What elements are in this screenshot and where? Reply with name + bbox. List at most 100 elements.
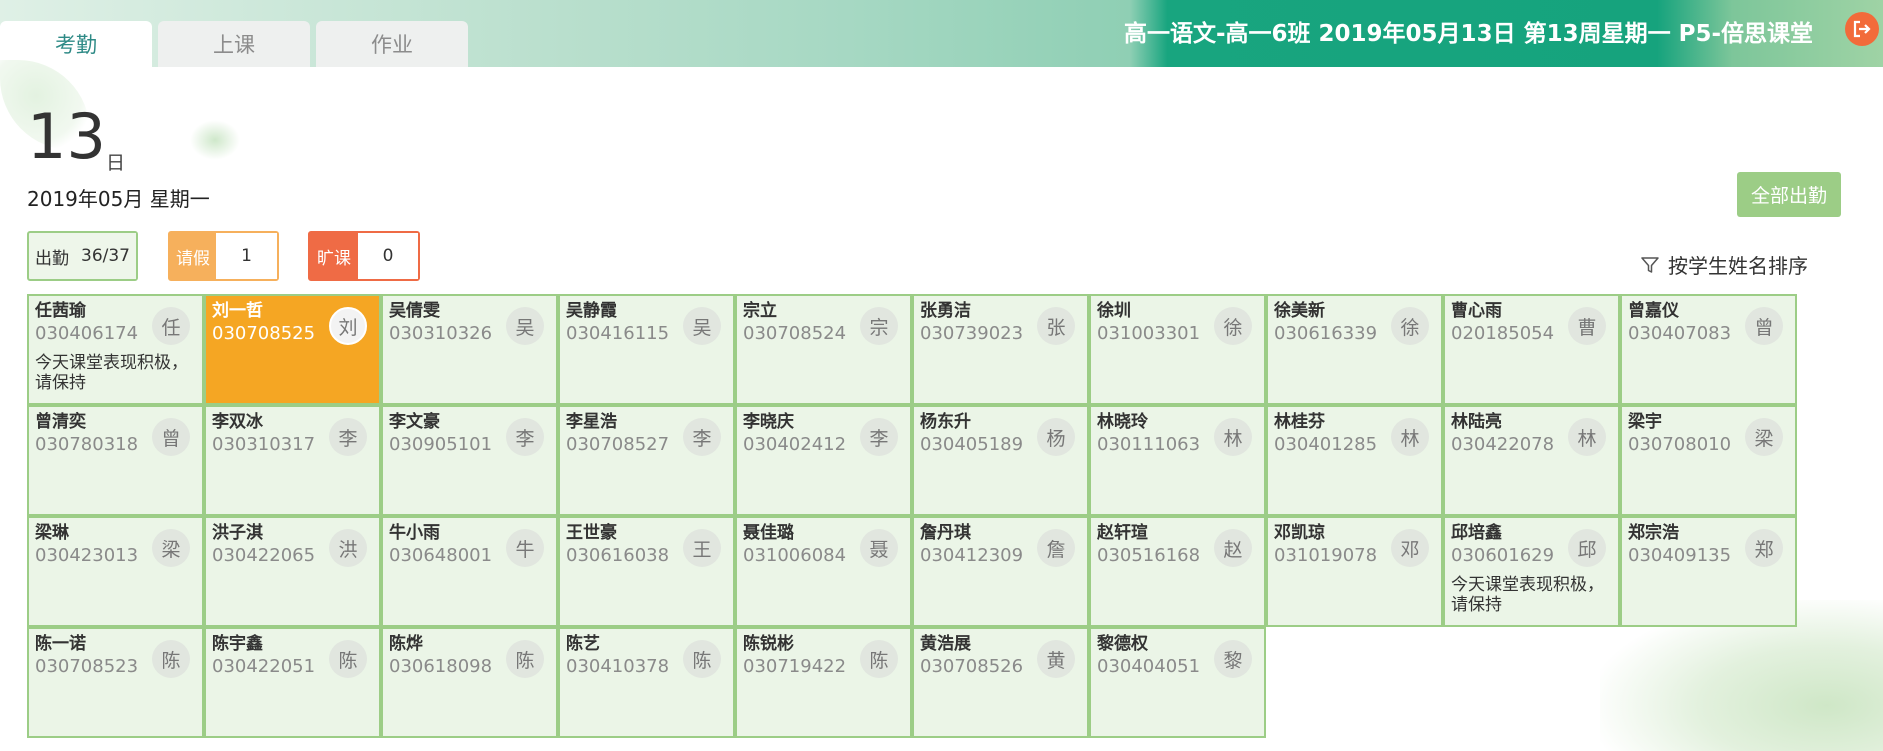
present-count: 36/37: [75, 233, 136, 279]
class-session-title: 高一语文-高一6班 2019年05月13日 第13周星期一 P5-倍思课堂: [1123, 21, 1813, 47]
avatar: 李: [506, 418, 544, 456]
tab-class[interactable]: 上课: [158, 21, 310, 67]
student-card[interactable]: 牛小雨 030648001 牛: [381, 516, 558, 627]
student-card[interactable]: 曾清奕 030780318 曾: [27, 405, 204, 516]
avatar: 郑: [1745, 529, 1783, 567]
student-card[interactable]: 吴静霞 030416115 吴: [558, 294, 735, 405]
student-card[interactable]: 邓凯琼 031019078 邓: [1266, 516, 1443, 627]
student-card[interactable]: 黎德权 030404051 黎: [1089, 627, 1266, 738]
student-card[interactable]: 邱培鑫 030601629 今天课堂表现积极，请保持邱: [1443, 516, 1620, 627]
student-card[interactable]: 陈锐彬 030719422 陈: [735, 627, 912, 738]
avatar: 林: [1391, 418, 1429, 456]
avatar: 牛: [506, 529, 544, 567]
avatar: 詹: [1037, 529, 1075, 567]
avatar: 刘: [329, 307, 367, 345]
avatar: 黎: [1214, 640, 1252, 678]
leave-counter[interactable]: 请假 1: [168, 231, 279, 281]
absent-counter[interactable]: 旷课 0: [308, 231, 420, 281]
avatar: 王: [683, 529, 721, 567]
student-card[interactable]: 吴倩雯 030310326 吴: [381, 294, 558, 405]
avatar: 陈: [152, 640, 190, 678]
avatar: 陈: [506, 640, 544, 678]
avatar: 林: [1568, 418, 1606, 456]
student-card[interactable]: 聂佳璐 031006084 聂: [735, 516, 912, 627]
student-card[interactable]: 梁宇 030708010 梁: [1620, 405, 1797, 516]
date-day-unit: 日: [106, 152, 126, 174]
mark-all-present-button[interactable]: 全部出勤: [1737, 172, 1841, 217]
avatar: 陈: [860, 640, 898, 678]
avatar: 邱: [1568, 529, 1606, 567]
student-card[interactable]: 赵轩瑄 030516168 赵: [1089, 516, 1266, 627]
tab-bar: 考勤 上课 作业: [0, 21, 474, 67]
student-card[interactable]: 梁琳 030423013 梁: [27, 516, 204, 627]
student-card[interactable]: 陈宇鑫 030422051 陈: [204, 627, 381, 738]
student-card[interactable]: 林陆亮 030422078 林: [1443, 405, 1620, 516]
avatar: 黄: [1037, 640, 1075, 678]
avatar: 张: [1037, 307, 1075, 345]
avatar: 梁: [1745, 418, 1783, 456]
present-counter[interactable]: 出勤 36/37: [27, 231, 138, 281]
avatar: 邓: [1391, 529, 1429, 567]
exit-button[interactable]: [1845, 12, 1879, 46]
top-header: 考勤 上课 作业 高一语文-高一6班 2019年05月13日 第13周星期一 P…: [0, 0, 1883, 67]
leave-count: 1: [216, 233, 277, 279]
student-card[interactable]: 曹心雨 020185054 曹: [1443, 294, 1620, 405]
student-card[interactable]: 王世豪 030616038 王: [558, 516, 735, 627]
avatar: 曹: [1568, 307, 1606, 345]
absent-label: 旷课: [310, 233, 358, 279]
sort-label: 按学生姓名排序: [1668, 254, 1808, 278]
decorative-leaf-image: [190, 120, 240, 160]
student-card[interactable]: 陈烨 030618098 陈: [381, 627, 558, 738]
avatar: 赵: [1214, 529, 1252, 567]
student-card[interactable]: 李星浩 030708527 李: [558, 405, 735, 516]
date-day: 13: [27, 100, 106, 173]
student-card[interactable]: 李晓庆 030402412 李: [735, 405, 912, 516]
avatar: 宗: [860, 307, 898, 345]
student-card[interactable]: 杨东升 030405189 杨: [912, 405, 1089, 516]
leave-label: 请假: [170, 233, 216, 279]
student-card[interactable]: 徐圳 031003301 徐: [1089, 294, 1266, 405]
avatar: 曾: [1745, 307, 1783, 345]
avatar: 陈: [329, 640, 367, 678]
avatar: 吴: [506, 307, 544, 345]
student-card[interactable]: 陈一诺 030708523 陈: [27, 627, 204, 738]
avatar: 曾: [152, 418, 190, 456]
avatar: 陈: [683, 640, 721, 678]
student-card[interactable]: 曾嘉仪 030407083 曾: [1620, 294, 1797, 405]
student-note: 今天课堂表现积极，请保持: [35, 353, 188, 393]
avatar: 李: [683, 418, 721, 456]
student-card[interactable]: 洪子淇 030422065 洪: [204, 516, 381, 627]
student-card[interactable]: 张勇洁 030739023 张: [912, 294, 1089, 405]
avatar: 徐: [1391, 307, 1429, 345]
present-label: 出勤: [35, 248, 69, 269]
student-card[interactable]: 陈艺 030410378 陈: [558, 627, 735, 738]
student-card[interactable]: 李双冰 030310317 李: [204, 405, 381, 516]
avatar: 李: [860, 418, 898, 456]
student-grid: 任茜瑜 030406174 今天课堂表现积极，请保持任刘一哲 030708525 刘吴倩…: [27, 294, 1800, 738]
sort-by-name-button[interactable]: 按学生姓名排序: [1640, 250, 1808, 279]
student-card[interactable]: 刘一哲 030708525 刘: [204, 294, 381, 405]
student-note: 今天课堂表现积极，请保持: [1451, 575, 1604, 615]
student-card[interactable]: 林桂芬 030401285 林: [1266, 405, 1443, 516]
student-card[interactable]: 詹丹琪 030412309 詹: [912, 516, 1089, 627]
avatar: 林: [1214, 418, 1252, 456]
absent-count: 0: [358, 233, 418, 279]
avatar: 吴: [683, 307, 721, 345]
avatar: 徐: [1214, 307, 1252, 345]
avatar: 洪: [329, 529, 367, 567]
student-card[interactable]: 任茜瑜 030406174 今天课堂表现积极，请保持任: [27, 294, 204, 405]
tab-homework[interactable]: 作业: [316, 21, 468, 67]
student-card[interactable]: 徐美新 030616339 徐: [1266, 294, 1443, 405]
avatar: 李: [329, 418, 367, 456]
avatar: 任: [152, 307, 190, 345]
student-card[interactable]: 黄浩展 030708526 黄: [912, 627, 1089, 738]
student-card[interactable]: 林晓玲 030111063 林: [1089, 405, 1266, 516]
student-card[interactable]: 宗立 030708524 宗: [735, 294, 912, 405]
student-card[interactable]: 李文豪 030905101 李: [381, 405, 558, 516]
filter-icon: [1641, 256, 1659, 273]
date-month-weekday: 2019年05月 星期一: [27, 187, 210, 211]
avatar: 梁: [152, 529, 190, 567]
student-card[interactable]: 郑宗浩 030409135 郑: [1620, 516, 1797, 627]
avatar: 聂: [860, 529, 898, 567]
avatar: 杨: [1037, 418, 1075, 456]
